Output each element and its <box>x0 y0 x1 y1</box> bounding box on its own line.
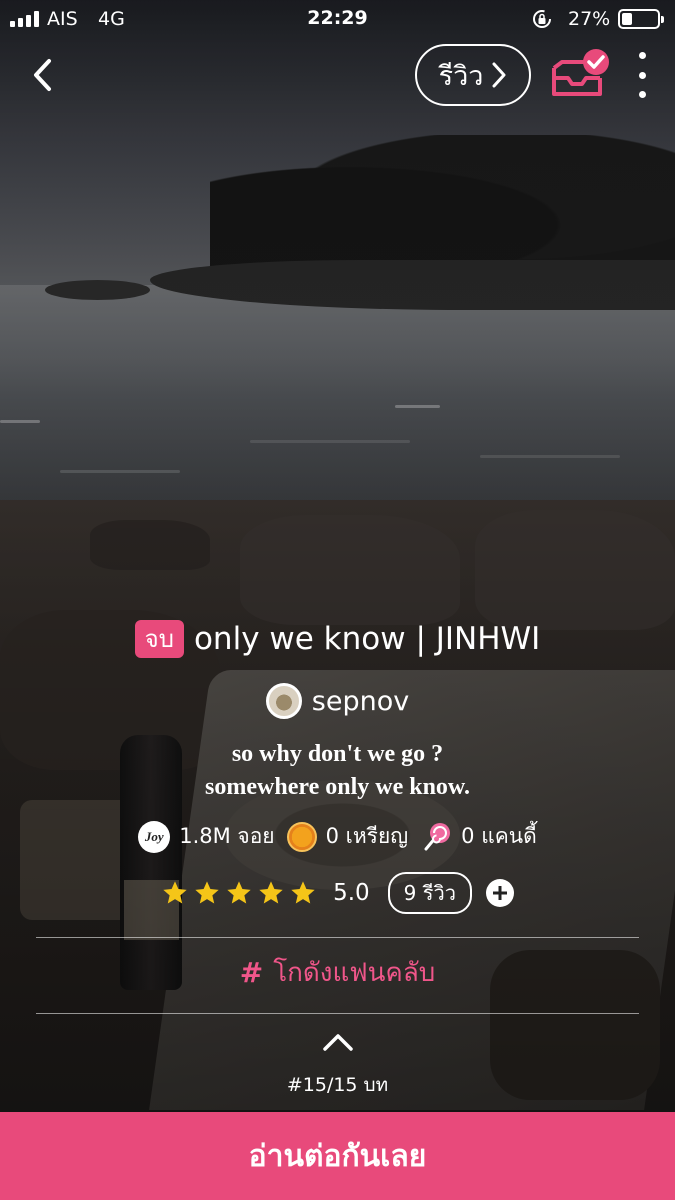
rating-score: 5.0 <box>333 880 370 906</box>
background-photo <box>0 0 675 1200</box>
star-icon <box>195 881 219 904</box>
story-tagline: so why don't we go ? somewhere only we k… <box>0 738 675 804</box>
rating-row: 5.0 9 รีวิว <box>0 872 675 914</box>
candy-count: 0 แคนดี้ <box>461 824 537 848</box>
back-button[interactable] <box>22 55 62 95</box>
avatar <box>265 683 302 719</box>
review-button-label: รีวิว <box>438 60 484 92</box>
story-title-row: จบ only we know | JINHWI <box>0 620 675 658</box>
author-name: sepnov <box>311 685 410 717</box>
tagline-line-1: so why don't we go ? <box>231 741 444 767</box>
inbox-check-icon[interactable] <box>550 48 610 102</box>
star-icon <box>227 881 251 904</box>
chevron-right-icon <box>492 62 506 88</box>
status-bar: AIS 4G 22:29 27% <box>0 0 675 40</box>
story-title: only we know | JINHWI <box>193 621 541 657</box>
divider-bottom <box>36 1013 639 1014</box>
joy-icon: Joy <box>138 820 171 853</box>
fanclub-link[interactable]: # โกดังแฟนคลับ <box>0 952 675 993</box>
continue-reading-button[interactable]: อ่านต่อกันเลย <box>0 1112 675 1200</box>
author-link[interactable]: sepnov <box>0 683 675 719</box>
star-icon <box>259 881 283 904</box>
coin-count: 0 เหรียญ <box>325 824 409 848</box>
rotation-lock-icon <box>533 10 551 28</box>
divider-top <box>36 937 639 938</box>
tagline-line-2: somewhere only we know. <box>205 774 470 800</box>
more-options-button[interactable] <box>630 52 654 98</box>
fanclub-label: โกดังแฟนคลับ <box>273 958 436 988</box>
story-stats: Joy 1.8M จอย 0 เหรียญ 0 แคนดี้ <box>0 820 675 853</box>
joy-count: 1.8M จอย <box>179 824 275 848</box>
star-icon <box>291 881 315 904</box>
review-count-button[interactable]: 9 รีวิว <box>387 872 472 914</box>
add-review-button[interactable] <box>485 879 514 907</box>
candy-stat: 0 แคนดี้ <box>420 820 537 853</box>
chapter-indicator: #15/15 บท <box>286 1074 389 1096</box>
hashtag-icon: # <box>239 956 264 989</box>
chevron-up-icon[interactable] <box>322 1032 354 1052</box>
review-button[interactable]: รีวิว <box>415 44 531 106</box>
star-icon <box>163 881 187 904</box>
battery-icon <box>618 9 664 29</box>
status-badge: จบ <box>134 620 184 658</box>
joy-stat: Joy 1.8M จอย <box>138 820 275 853</box>
candy-icon <box>424 822 451 850</box>
chevron-left-icon <box>34 59 51 91</box>
rating-stars <box>161 879 317 907</box>
battery-percent: 27% <box>568 8 611 30</box>
coin-icon <box>286 821 317 852</box>
coin-stat: 0 เหรียญ <box>286 820 409 853</box>
